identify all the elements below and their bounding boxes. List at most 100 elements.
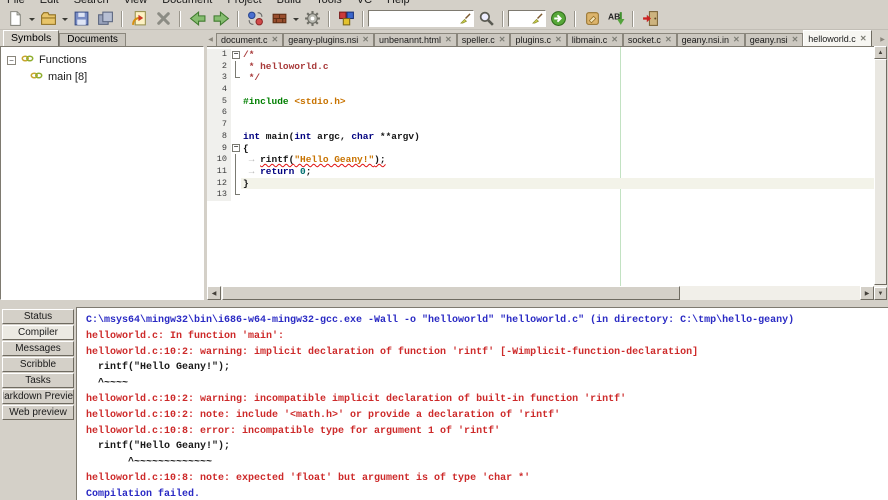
- editor-vscrollbar[interactable]: ▲ ▼: [874, 46, 887, 300]
- compiler-message[interactable]: helloworld.c: In function 'main':: [86, 329, 888, 345]
- build-button[interactable]: [267, 9, 291, 29]
- editor-hscrollbar[interactable]: ◀ ▶: [207, 286, 874, 300]
- open-file-button[interactable]: [36, 9, 60, 29]
- menu-view[interactable]: View: [124, 0, 148, 6]
- compiler-message[interactable]: helloworld.c:10:2: warning: implicit dec…: [86, 345, 888, 361]
- tab-close-icon[interactable]: ✕: [272, 36, 279, 44]
- code-text[interactable]: {: [241, 143, 874, 155]
- message-tab-markdown-preview[interactable]: Markdown Preview: [2, 389, 74, 404]
- tab-close-icon[interactable]: ✕: [555, 36, 562, 44]
- color-chooser-button[interactable]: [334, 9, 358, 29]
- code-text[interactable]: [241, 84, 874, 96]
- message-tab-web-preview[interactable]: Web preview: [2, 405, 74, 420]
- editor[interactable]: 1−/* 2 * helloworld.c 3 */4 5 #include <stdi…: [207, 46, 874, 286]
- menu-build[interactable]: Build: [277, 0, 301, 6]
- goto-line-entry[interactable]: [508, 10, 546, 27]
- tree-item-functions[interactable]: − Functions: [1, 53, 203, 67]
- menu-help[interactable]: Help: [387, 0, 410, 6]
- line-number[interactable]: 1: [207, 49, 231, 61]
- line-number[interactable]: 8: [207, 130, 231, 143]
- build-dropdown-arrow-icon[interactable]: [291, 9, 300, 29]
- line-number[interactable]: 11: [207, 165, 231, 178]
- fold-collapse-icon[interactable]: −: [232, 50, 240, 59]
- compiler-message[interactable]: ^~~~~~~~~~~~~~: [86, 455, 888, 471]
- line-number[interactable]: 10: [207, 154, 231, 166]
- file-tab-geany.nsi[interactable]: geany.nsi ✕: [744, 33, 804, 46]
- compile-button[interactable]: [243, 9, 267, 29]
- line-number[interactable]: 5: [207, 95, 231, 108]
- compiler-message[interactable]: rintf("Hello Geany!");: [86, 360, 888, 376]
- file-tab-socket.c[interactable]: socket.c ✕: [622, 33, 677, 46]
- code-text[interactable]: }: [241, 178, 874, 190]
- code-text[interactable]: [241, 107, 874, 119]
- tab-close-icon[interactable]: ✕: [611, 36, 618, 44]
- sidebar-tab-symbols[interactable]: Symbols: [3, 30, 60, 46]
- compiler-message[interactable]: helloworld.c:10:8: note: expected 'float…: [86, 471, 888, 487]
- open-file-dropdown-arrow-icon[interactable]: [60, 9, 69, 29]
- compiler-message[interactable]: helloworld.c:10:2: note: include '<math.…: [86, 408, 888, 424]
- hscroll-thumb[interactable]: [222, 286, 680, 300]
- search-entry-input[interactable]: [371, 12, 460, 25]
- menu-search[interactable]: Search: [74, 0, 109, 6]
- line-number[interactable]: 6: [207, 107, 231, 120]
- file-tab-document.c[interactable]: document.c ✕: [216, 33, 284, 46]
- message-tab-scribble[interactable]: Scribble: [2, 357, 74, 372]
- file-tab-helloworld.c[interactable]: helloworld.c ✕: [803, 30, 872, 46]
- code-text[interactable]: [241, 119, 874, 131]
- navigate-forward-button[interactable]: [209, 9, 233, 29]
- vscroll-thumb[interactable]: [874, 59, 887, 285]
- menu-document[interactable]: Document: [162, 0, 212, 6]
- sidebar-tab-documents[interactable]: Documents: [59, 33, 126, 46]
- file-tab-libmain.c[interactable]: libmain.c ✕: [566, 33, 623, 46]
- goto-line-button[interactable]: [546, 9, 570, 29]
- code-text[interactable]: → rintf("Hello Geany!");: [241, 154, 874, 166]
- compiler-message[interactable]: Compilation failed.: [86, 487, 888, 500]
- revert-button[interactable]: [127, 9, 151, 29]
- line-number[interactable]: 3: [207, 72, 231, 85]
- fold-collapse-icon[interactable]: −: [232, 144, 240, 152]
- save-all-button[interactable]: [93, 9, 117, 29]
- file-tab-unbenannt.html[interactable]: unbenannt.html ✕: [373, 33, 457, 46]
- tab-scroll-left-icon[interactable]: ◀: [205, 32, 216, 46]
- vscroll-up-icon[interactable]: ▲: [874, 46, 887, 59]
- tree-item-main[interactable]: main [8]: [1, 70, 203, 84]
- navigate-back-button[interactable]: [185, 9, 209, 29]
- code-text[interactable]: int main(int argc, char **argv): [241, 131, 874, 143]
- menu-vc[interactable]: VC: [357, 0, 372, 6]
- close-document-button[interactable]: [151, 9, 175, 29]
- menu-file[interactable]: File: [7, 0, 25, 6]
- new-file-button[interactable]: [3, 9, 27, 29]
- line-number[interactable]: 9: [207, 142, 231, 155]
- clear-icon[interactable]: [460, 13, 471, 24]
- code-text[interactable]: [241, 189, 874, 201]
- search-entry[interactable]: [368, 10, 474, 27]
- vscroll-down-icon[interactable]: ▼: [874, 287, 887, 300]
- line-number[interactable]: 13: [207, 189, 231, 201]
- tab-close-icon[interactable]: ✕: [499, 36, 506, 44]
- line-number[interactable]: 12: [207, 177, 231, 190]
- goto-line-entry-input[interactable]: [511, 12, 532, 25]
- file-tab-speller.c[interactable]: speller.c ✕: [456, 33, 511, 46]
- tab-close-icon[interactable]: ✕: [792, 36, 799, 44]
- hscroll-left-icon[interactable]: ◀: [207, 286, 221, 300]
- find-button[interactable]: [474, 9, 498, 29]
- code-text[interactable]: #include <stdio.h>: [241, 96, 874, 108]
- run-button[interactable]: [300, 9, 324, 29]
- tab-close-icon[interactable]: ✕: [362, 36, 369, 44]
- expander-minus-icon[interactable]: −: [7, 55, 16, 65]
- clear-icon[interactable]: [532, 13, 543, 24]
- new-file-dropdown-arrow-icon[interactable]: [27, 9, 36, 29]
- message-tab-tasks[interactable]: Tasks: [2, 373, 74, 388]
- compiler-message[interactable]: ^~~~~: [86, 376, 888, 392]
- line-number[interactable]: 4: [207, 84, 231, 96]
- tab-close-icon[interactable]: ✕: [860, 34, 867, 43]
- file-tab-plugins.c[interactable]: plugins.c ✕: [510, 33, 567, 46]
- spellcheck-button[interactable]: AB: [604, 9, 628, 29]
- compiler-message[interactable]: helloworld.c:10:2: warning: incompatible…: [86, 392, 888, 408]
- compiler-message[interactable]: C:\msys64\mingw32\bin\i686-w64-mingw32-g…: [86, 313, 888, 329]
- code-text[interactable]: */: [241, 72, 874, 84]
- message-tab-status[interactable]: Status: [2, 309, 74, 324]
- code-text[interactable]: → return 0;: [241, 166, 874, 178]
- line-number[interactable]: 2: [207, 60, 231, 73]
- file-tab-geany.nsi.in[interactable]: geany.nsi.in ✕: [676, 33, 745, 46]
